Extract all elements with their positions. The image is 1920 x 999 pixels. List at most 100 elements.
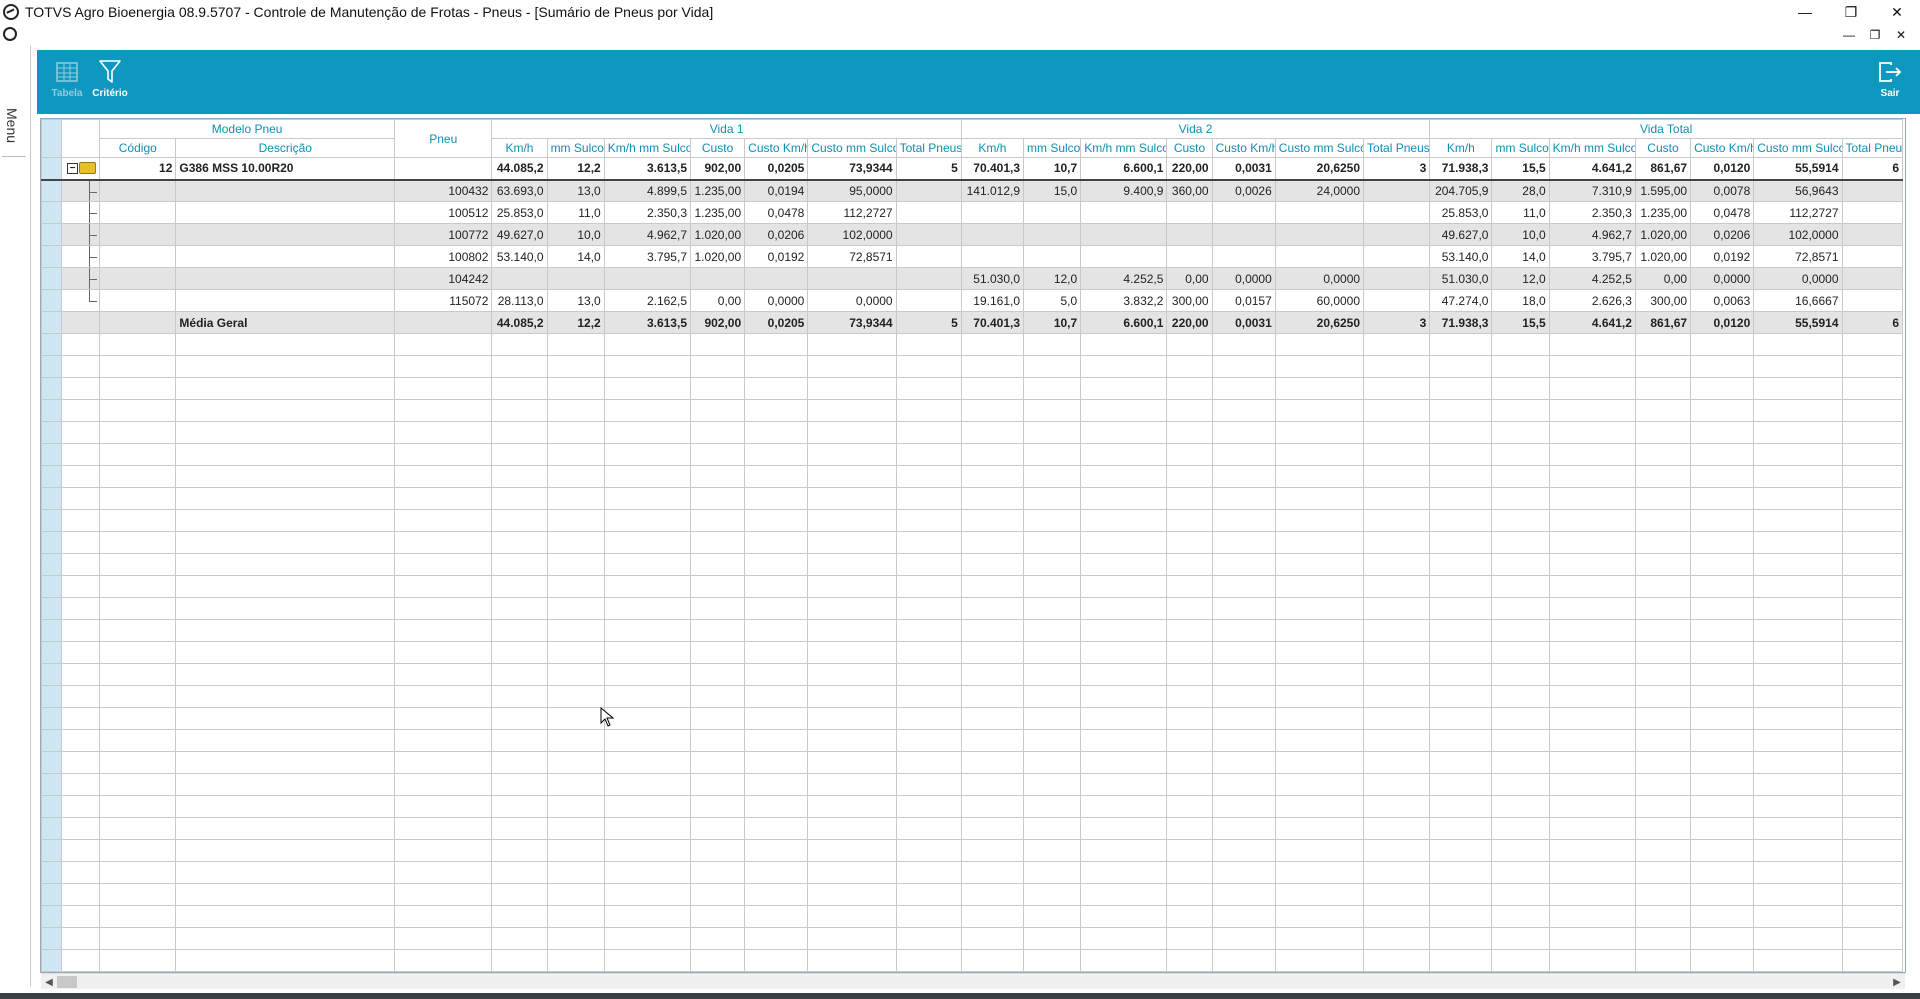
row-selector[interactable] xyxy=(41,377,63,400)
vt-cell[interactable]: 2.350,3 xyxy=(1548,201,1636,224)
row-selector[interactable] xyxy=(41,641,63,664)
vt-cell[interactable]: 0,0120 xyxy=(1690,157,1755,181)
vt-cell[interactable]: 3.795,7 xyxy=(1548,245,1636,268)
horizontal-scrollbar[interactable]: ◀ ▶ xyxy=(41,973,1905,989)
v2-cell[interactable]: 6.600,1 xyxy=(1080,311,1168,334)
v2-cell[interactable] xyxy=(1274,201,1365,224)
row-selector[interactable] xyxy=(41,465,63,488)
v2-cell[interactable] xyxy=(960,201,1025,224)
v1-cell[interactable]: 0,0000 xyxy=(744,289,809,312)
vt-metric-header[interactable]: Km/h mm Sulco xyxy=(1548,138,1636,158)
v2-cell[interactable]: 5,0 xyxy=(1023,289,1082,312)
row-selector[interactable] xyxy=(41,509,63,532)
vt-metric-header[interactable]: Total Pneus xyxy=(1841,138,1904,158)
table-row[interactable]: 100772 49.627,0 10,0 4.962,7 1.020,00 0,0206 1… xyxy=(41,223,1904,246)
vt-cell[interactable]: 12,0 xyxy=(1491,267,1550,290)
vt-cell[interactable]: 11,0 xyxy=(1491,201,1550,224)
row-selector[interactable] xyxy=(41,531,63,554)
vt-cell[interactable]: 15,5 xyxy=(1491,311,1550,334)
descricao-cell[interactable] xyxy=(175,201,396,224)
row-selector[interactable] xyxy=(41,685,63,708)
codigo-cell[interactable] xyxy=(99,267,177,290)
v1-cell[interactable]: 1.020,00 xyxy=(689,223,746,246)
v2-cell[interactable]: 360,00 xyxy=(1166,179,1213,202)
row-selector[interactable] xyxy=(41,905,63,928)
row-selector[interactable] xyxy=(41,179,63,202)
v2-cell[interactable]: 0,0000 xyxy=(1274,267,1365,290)
v2-cell[interactable] xyxy=(1211,245,1276,268)
vt-cell[interactable]: 53.140,0 xyxy=(1429,245,1493,268)
v2-cell[interactable] xyxy=(1166,223,1213,246)
vt-cell[interactable]: 1.020,00 xyxy=(1634,223,1692,246)
v1-cell[interactable]: 0,0205 xyxy=(744,311,809,334)
child-window-icon[interactable] xyxy=(3,27,17,41)
v2-cell[interactable]: 9.400,9 xyxy=(1080,179,1168,202)
vt-cell[interactable]: 300,00 xyxy=(1634,289,1692,312)
v1-cell[interactable]: 49.627,0 xyxy=(491,223,548,246)
row-selector[interactable] xyxy=(41,927,63,950)
v1-cell[interactable]: 72,8571 xyxy=(807,245,897,268)
v1-cell[interactable]: 0,0206 xyxy=(744,223,809,246)
v2-cell[interactable] xyxy=(1274,245,1365,268)
v2-cell[interactable]: 70.401,3 xyxy=(960,311,1025,334)
row-selector[interactable] xyxy=(41,355,63,378)
vt-metric-header[interactable]: Custo mm Sulco xyxy=(1753,138,1843,158)
v2-cell[interactable]: 51.030,0 xyxy=(960,267,1025,290)
codigo-cell[interactable] xyxy=(99,289,177,312)
table-row[interactable]: 100432 63.693,0 13,0 4.899,5 1.235,00 0,0194 9… xyxy=(41,179,1904,202)
v1-cell[interactable]: 13,0 xyxy=(546,289,605,312)
group-row[interactable]: − 12 G386 MSS 10.00R20 44.085,2 12,2 3.613,5 9… xyxy=(41,157,1904,181)
v2-cell[interactable]: 20,6250 xyxy=(1274,311,1365,334)
vt-cell[interactable]: 6 xyxy=(1841,311,1904,334)
v1-cell[interactable] xyxy=(895,201,962,224)
v2-cell[interactable]: 220,00 xyxy=(1166,157,1213,181)
v2-cell[interactable]: 60,0000 xyxy=(1274,289,1365,312)
scroll-thumb[interactable] xyxy=(57,976,77,988)
scroll-right-icon[interactable]: ▶ xyxy=(1889,974,1905,990)
row-selector-header[interactable] xyxy=(41,119,63,158)
vt-cell[interactable]: 112,2727 xyxy=(1753,201,1843,224)
descricao-cell[interactable] xyxy=(175,179,396,202)
criterio-button[interactable]: Critério xyxy=(87,58,133,99)
v1-metric-header[interactable]: Km/h xyxy=(491,138,548,158)
vt-cell[interactable]: 0,0078 xyxy=(1690,179,1755,202)
vt-cell[interactable]: 0,00 xyxy=(1634,267,1692,290)
vt-metric-header[interactable]: Km/h xyxy=(1429,138,1493,158)
vt-cell[interactable]: 71.938,3 xyxy=(1429,311,1493,334)
vt-cell[interactable]: 1.020,00 xyxy=(1634,245,1692,268)
v2-cell[interactable] xyxy=(1166,201,1213,224)
tree-node[interactable]: − xyxy=(61,157,101,181)
vt-cell[interactable]: 49.627,0 xyxy=(1429,223,1493,246)
v1-cell[interactable]: 2.350,3 xyxy=(603,201,692,224)
v1-cell[interactable]: 73,9344 xyxy=(807,311,897,334)
child-minimize-button[interactable]: — xyxy=(1836,26,1862,44)
vt-cell[interactable]: 0,0192 xyxy=(1690,245,1755,268)
row-selector[interactable] xyxy=(41,817,63,840)
row-selector[interactable] xyxy=(41,729,63,752)
v1-metric-header[interactable]: Km/h mm Sulco xyxy=(603,138,692,158)
v1-cell[interactable]: 44.085,2 xyxy=(491,157,548,181)
codigo-cell[interactable] xyxy=(99,201,177,224)
row-selector[interactable] xyxy=(41,399,63,422)
codigo-cell[interactable] xyxy=(99,223,177,246)
v1-cell[interactable]: 63.693,0 xyxy=(491,179,548,202)
v1-cell[interactable]: 3.613,5 xyxy=(603,157,692,181)
v2-cell[interactable]: 3.832,2 xyxy=(1080,289,1168,312)
vt-cell[interactable]: 0,0478 xyxy=(1690,201,1755,224)
v2-cell[interactable]: 220,00 xyxy=(1166,311,1213,334)
vt-cell[interactable]: 14,0 xyxy=(1491,245,1550,268)
child-close-button[interactable]: ✕ xyxy=(1888,26,1914,44)
row-selector[interactable] xyxy=(41,861,63,884)
v1-cell[interactable]: 1.020,00 xyxy=(689,245,746,268)
row-selector[interactable] xyxy=(41,289,63,312)
vt-cell[interactable] xyxy=(1841,289,1904,312)
vt-cell[interactable]: 861,67 xyxy=(1634,311,1692,334)
row-selector[interactable] xyxy=(41,553,63,576)
v1-cell[interactable]: 44.085,2 xyxy=(491,311,548,334)
row-selector[interactable] xyxy=(41,575,63,598)
vt-cell[interactable]: 0,0120 xyxy=(1690,311,1755,334)
vt-cell[interactable]: 0,0000 xyxy=(1753,267,1843,290)
vt-cell[interactable]: 51.030,0 xyxy=(1429,267,1493,290)
v1-cell[interactable]: 3.795,7 xyxy=(603,245,692,268)
v2-metric-header[interactable]: Km/h mm Sulco xyxy=(1080,138,1168,158)
